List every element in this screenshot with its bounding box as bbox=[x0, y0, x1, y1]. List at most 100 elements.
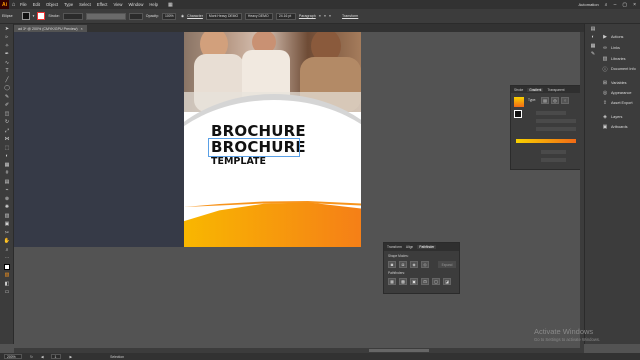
intersect-icon[interactable]: ◈ bbox=[410, 261, 418, 268]
minimize-icon[interactable]: – bbox=[614, 2, 617, 8]
paragraph-label[interactable]: Paragraph bbox=[299, 14, 316, 18]
stroke-swatch[interactable] bbox=[37, 12, 46, 20]
fill-swatch[interactable] bbox=[21, 12, 30, 20]
eyedropper-tool-icon[interactable]: ⌁ bbox=[2, 186, 12, 194]
artboard-tool-icon[interactable]: ▣ bbox=[2, 220, 12, 228]
panel-artboards[interactable]: ▣ Artboards bbox=[602, 124, 628, 130]
next-artboard-icon[interactable]: ▶ bbox=[69, 355, 72, 359]
curvature-tool-icon[interactable]: ∿ bbox=[2, 59, 12, 67]
brushes-panel-icon[interactable]: ✎ bbox=[588, 50, 598, 58]
more-tools-icon[interactable]: ⋯ bbox=[2, 254, 12, 262]
rotate-tool-icon[interactable]: ↻ bbox=[2, 118, 12, 126]
vertical-scrollbar[interactable] bbox=[580, 32, 584, 348]
gradient-tool-icon[interactable]: ▤ bbox=[2, 178, 12, 186]
maximize-icon[interactable]: ▢ bbox=[622, 2, 627, 8]
slice-tool-icon[interactable]: ✂ bbox=[2, 229, 12, 237]
draw-mode-icon[interactable]: ◧ bbox=[2, 280, 12, 288]
menu-type[interactable]: Type bbox=[64, 2, 73, 7]
menu-select[interactable]: Select bbox=[79, 2, 91, 7]
linear-gradient-icon[interactable]: ▤ bbox=[541, 97, 549, 104]
fill-stroke-swatch-icon[interactable] bbox=[2, 263, 12, 271]
document-tab[interactable]: ad 3* @ 200% (CMYK/GPU Preview) × bbox=[14, 25, 87, 32]
type-tool-icon[interactable]: T bbox=[2, 67, 12, 75]
tab-align[interactable]: Align bbox=[406, 245, 413, 249]
font-style-dropdown[interactable]: Heavy DEMO bbox=[244, 12, 273, 20]
width-tool-icon[interactable]: ⋈ bbox=[2, 135, 12, 143]
menu-effect[interactable]: Effect bbox=[97, 2, 108, 7]
dark-artboard[interactable] bbox=[14, 32, 184, 247]
paintbrush-tool-icon[interactable]: ✎ bbox=[2, 93, 12, 101]
color-panel-icon[interactable]: ◐ bbox=[588, 33, 598, 41]
trim-icon[interactable]: ▩ bbox=[399, 278, 407, 285]
panel-libraries[interactable]: ▥ Libraries bbox=[602, 56, 626, 62]
character-label[interactable]: Character bbox=[187, 14, 203, 18]
opacity-field[interactable]: 100% bbox=[161, 12, 176, 20]
symbol-sprayer-tool-icon[interactable]: ✺ bbox=[2, 203, 12, 211]
tab-stroke[interactable]: Stroke bbox=[514, 88, 523, 92]
tab-pathfinder[interactable]: Pathfinder bbox=[417, 245, 437, 249]
stroke-weight-field[interactable] bbox=[62, 12, 83, 20]
pen-tool-icon[interactable]: ✒ bbox=[2, 50, 12, 58]
column-graph-tool-icon[interactable]: ▥ bbox=[2, 212, 12, 220]
gradient-fill-swatch[interactable] bbox=[514, 110, 522, 118]
divide-icon[interactable]: ▦ bbox=[388, 278, 396, 285]
prev-artboard-icon[interactable]: ◀ bbox=[41, 355, 44, 359]
tab-transform[interactable]: Transform bbox=[387, 245, 402, 249]
menu-edit[interactable]: Edit bbox=[33, 2, 40, 7]
properties-panel-icon[interactable]: ▤ bbox=[588, 25, 598, 33]
unite-icon[interactable]: ◙ bbox=[388, 261, 396, 268]
menu-window[interactable]: Window bbox=[128, 2, 143, 7]
blend-tool-icon[interactable]: ⊗ bbox=[2, 195, 12, 203]
outline-icon[interactable]: ▢ bbox=[432, 278, 440, 285]
template-subtitle[interactable]: TEMPLATE bbox=[211, 156, 266, 167]
minus-back-icon[interactable]: ◪ bbox=[443, 278, 451, 285]
brochure-artboard[interactable]: BROCHURE BROCHURE TEMPLATE bbox=[184, 32, 361, 247]
home-icon[interactable]: ⌂ bbox=[9, 0, 18, 9]
workspace-switcher-icon[interactable]: ▦ bbox=[168, 2, 173, 8]
freeform-gradient-icon[interactable]: ⁘ bbox=[561, 97, 569, 104]
zoom-level-field[interactable]: 200% bbox=[4, 354, 22, 359]
tab-transparency[interactable]: Transparent bbox=[547, 88, 564, 92]
crop-icon[interactable]: ⊡ bbox=[421, 278, 429, 285]
scale-tool-icon[interactable]: ⤢ bbox=[2, 127, 12, 135]
align-center-icon[interactable]: ≡ bbox=[324, 14, 326, 18]
free-transform-tool-icon[interactable]: ⬚ bbox=[2, 144, 12, 152]
brush-dropdown[interactable] bbox=[128, 12, 143, 20]
line-tool-icon[interactable]: ╱ bbox=[2, 76, 12, 84]
panel-layers[interactable]: ◈ Layers bbox=[602, 114, 622, 120]
eraser-tool-icon[interactable]: ◫ bbox=[2, 110, 12, 118]
perspective-grid-tool-icon[interactable]: ▦ bbox=[2, 161, 12, 169]
direct-selection-tool-icon[interactable]: ▹ bbox=[2, 33, 12, 41]
angle-field[interactable] bbox=[536, 119, 576, 123]
rotate-view-icon[interactable]: ↻ bbox=[30, 355, 33, 359]
opacity-field[interactable] bbox=[541, 150, 566, 154]
merge-icon[interactable]: ▣ bbox=[410, 278, 418, 285]
menu-view[interactable]: View bbox=[113, 2, 122, 7]
gradient-slider[interactable] bbox=[516, 139, 576, 143]
mesh-tool-icon[interactable]: # bbox=[2, 169, 12, 177]
align-left-icon[interactable]: ≡ bbox=[319, 14, 321, 18]
panel-document-info[interactable]: ⓘ Document Info bbox=[602, 66, 635, 73]
zoom-tool-icon[interactable]: ⌕ bbox=[2, 246, 12, 254]
font-family-dropdown[interactable]: Mont Heavy DEMO bbox=[205, 12, 242, 20]
selection-bounding-box[interactable] bbox=[208, 138, 300, 157]
minus-front-icon[interactable]: ◘ bbox=[399, 261, 407, 268]
menu-file[interactable]: File bbox=[20, 2, 27, 7]
screen-mode-icon[interactable]: ▭ bbox=[2, 288, 12, 296]
swatches-panel-icon[interactable]: ▦ bbox=[588, 42, 598, 50]
panel-asset-export[interactable]: ⇪ Asset Export bbox=[602, 100, 633, 106]
expand-button[interactable]: Expand bbox=[438, 261, 456, 268]
location-field[interactable] bbox=[541, 158, 566, 162]
color-mode-icon[interactable]: ▧ bbox=[2, 271, 12, 279]
magic-wand-tool-icon[interactable]: ✧ bbox=[2, 42, 12, 50]
ellipse-tool-icon[interactable]: ◯ bbox=[2, 84, 12, 92]
menu-help[interactable]: Help bbox=[149, 2, 158, 7]
shaper-tool-icon[interactable]: ✐ bbox=[2, 101, 12, 109]
gradient-thumbnail[interactable] bbox=[514, 97, 524, 107]
shape-builder-tool-icon[interactable]: ◐ bbox=[2, 152, 12, 160]
tab-close-icon[interactable]: × bbox=[81, 27, 83, 31]
stroke-gradient-row[interactable] bbox=[536, 111, 566, 115]
menu-object[interactable]: Object bbox=[46, 2, 58, 7]
transform-label[interactable]: Transform bbox=[342, 14, 358, 18]
align-right-icon[interactable]: ≡ bbox=[329, 14, 331, 18]
